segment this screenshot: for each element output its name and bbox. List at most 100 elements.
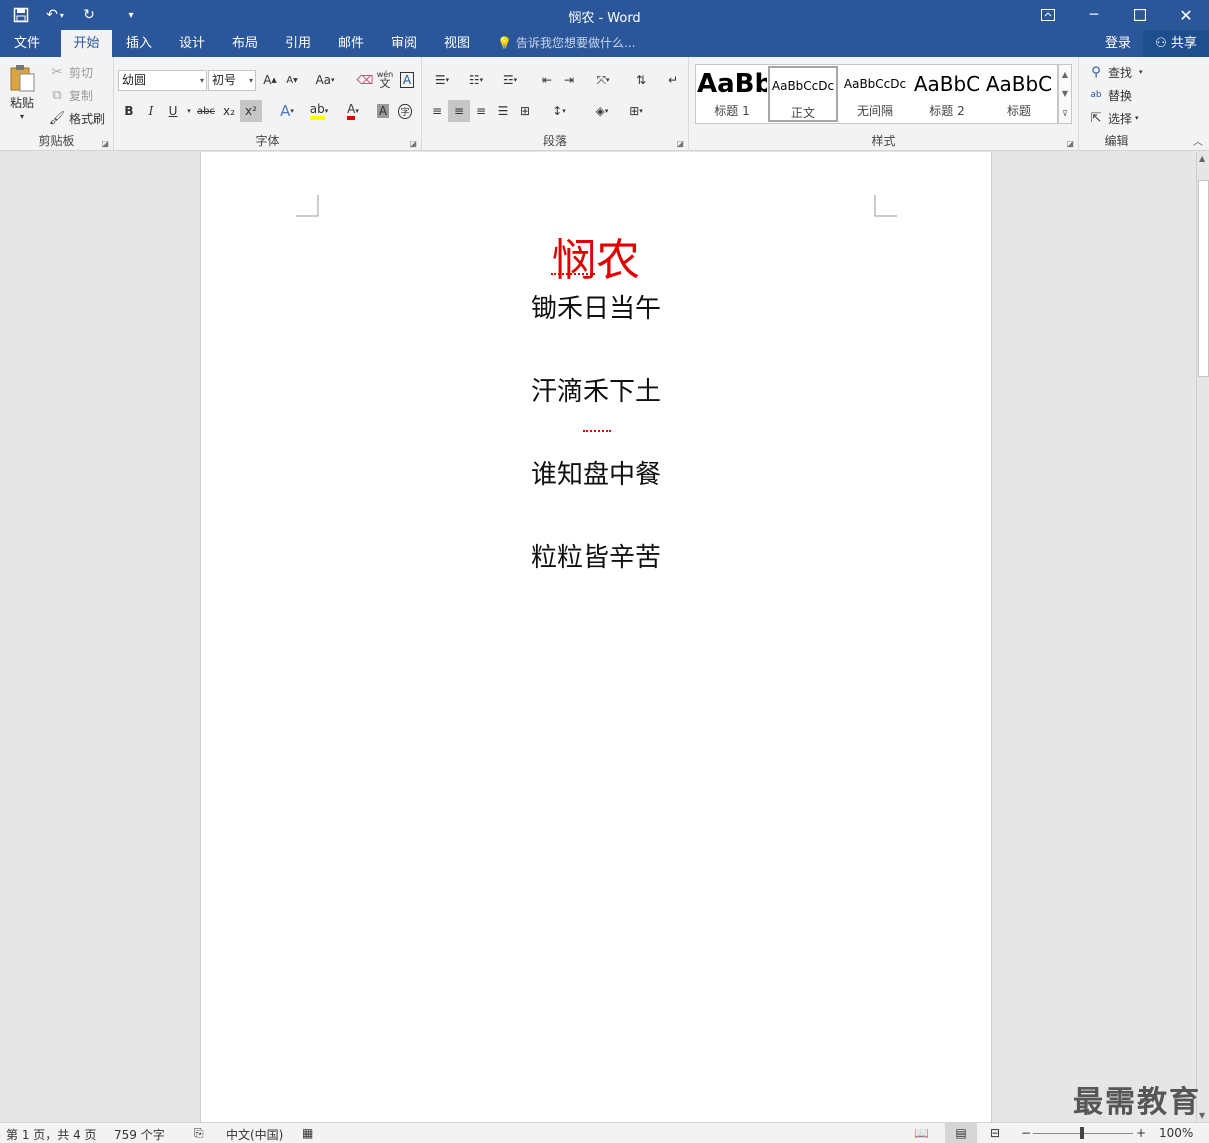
font-name-combo[interactable]: 幼圆 ▾ [118,70,207,91]
style-heading1[interactable]: AaBb 标题 1 [697,66,767,122]
line-spacing-button[interactable]: ↕ ▾ [544,100,574,122]
clear-formatting-icon[interactable]: ⌫ [354,69,376,91]
close-icon[interactable]: ✕ [1163,0,1209,30]
underline-button[interactable]: U [162,100,184,122]
paint-bucket-icon: ◈ [595,104,605,118]
phonetic-guide-button[interactable]: wén 文 [374,68,396,90]
align-right-icon[interactable]: ≡ [470,100,492,122]
ribbon-display-options-icon[interactable] [1025,0,1071,30]
share-button[interactable]: ⚇ 共享 [1143,30,1209,57]
scroll-thumb[interactable] [1198,180,1209,377]
zoom-out-icon[interactable]: − [1021,1126,1031,1140]
proofing-icon[interactable]: ⎘ [194,1126,204,1141]
change-case-button[interactable]: Aa ▾ [310,69,340,91]
font-size-combo[interactable]: 初号 ▾ [208,70,256,91]
print-layout-icon[interactable]: ▤ [945,1123,977,1143]
style-no-spacing[interactable]: AaBbCcDc 无间隔 [840,66,910,122]
document-page[interactable]: 悯农 锄禾日当午 汗滴禾下土 谁知盘中餐 粒粒皆辛苦 [200,152,992,1122]
align-center-icon[interactable]: ≡ [448,100,470,122]
phonetic-guide-char: 文 [379,77,391,90]
maximize-icon[interactable] [1117,0,1163,30]
strikethrough-button[interactable]: abc [195,100,217,122]
tab-references[interactable]: 引用 [273,30,323,57]
numbering-button[interactable]: ☷ ▾ [460,69,492,91]
select-button[interactable]: ⇱ 选择 ▾ [1087,109,1139,127]
poem-line: 粒粒皆辛苦 [530,543,661,573]
paste-button[interactable]: 粘贴 ▾ [7,63,37,121]
document-title: 悯农 [552,235,640,286]
word-count[interactable]: 759 个字 [114,1126,165,1143]
shrink-font-button[interactable]: A ▼ [281,69,303,91]
shading-button[interactable]: ◈ ▾ [586,100,618,122]
tab-review[interactable]: 审阅 [379,30,429,57]
style-heading2[interactable]: AaBbC 标题 2 [912,66,982,122]
tab-home[interactable]: 开始 [61,30,112,57]
more-styles-icon[interactable]: ⊽ [1062,109,1068,118]
underline-dropdown-icon[interactable]: ▾ [184,100,194,122]
font-launcher-icon[interactable]: ◪ [409,139,417,148]
font-color-button[interactable]: A ▾ [338,100,368,122]
macro-icon[interactable]: ▦ [302,1126,313,1140]
style-normal[interactable]: AaBbCcDc 正文 [768,66,838,122]
chevron-up-icon[interactable]: ▲ [1062,70,1068,79]
superscript-button[interactable]: x² [240,100,262,122]
text-effects-button[interactable]: A ▾ [272,100,302,122]
paste-dropdown-icon: ▾ [19,112,24,121]
scroll-up-icon[interactable]: ▲ [1199,154,1205,163]
decrease-indent-icon[interactable]: ⇤ [536,69,558,91]
language-indicator[interactable]: 中文(中国) [226,1126,283,1143]
format-painter-button[interactable]: 🖌 格式刷 [48,109,105,127]
cut-button[interactable]: ✂ 剪切 [48,63,93,81]
subscript-button[interactable]: x₂ [218,100,240,122]
character-shading-button[interactable]: A [372,100,394,122]
show-formatting-marks-icon[interactable]: ↵ [662,69,684,91]
borders-button[interactable]: ⊞ ▾ [620,100,652,122]
read-mode-icon[interactable]: 📖 [914,1126,929,1140]
enclose-characters-button[interactable]: 字 [394,100,416,122]
copy-button[interactable]: ⧉ 复制 [48,86,93,104]
justify-icon[interactable]: ☰ [492,100,514,122]
highlight-button[interactable]: ab ▾ [304,100,334,122]
zoom-in-icon[interactable]: + [1136,1126,1146,1140]
line-spacing-icon: ↕ [552,104,563,118]
character-border-button[interactable]: A [396,69,418,91]
styles-launcher-icon[interactable]: ◪ [1066,139,1074,148]
styles-group-label: 样式 [871,134,896,148]
style-name: 正文 [790,106,815,120]
grow-font-button[interactable]: A ▲ [259,69,281,91]
web-layout-icon[interactable]: ⊟ [990,1126,1000,1140]
tab-design[interactable]: 设计 [167,30,217,57]
tab-file[interactable]: 文件 [0,30,54,57]
minimize-icon[interactable]: ─ [1071,0,1117,30]
style-title[interactable]: AaBbC 标题 [984,66,1054,122]
multilevel-list-button[interactable]: ☲ ▾ [494,69,526,91]
clipboard-launcher-icon[interactable]: ◪ [101,139,109,148]
login-link[interactable]: 登录 [1105,30,1131,57]
tab-mailings[interactable]: 邮件 [326,30,376,57]
chevron-down-icon[interactable]: ▼ [1062,89,1068,98]
bold-button[interactable]: B [118,100,140,122]
paragraph-launcher-icon[interactable]: ◪ [676,139,684,148]
tab-layout[interactable]: 布局 [220,30,270,57]
sort-icon[interactable]: ⇅ [630,69,652,91]
zoom-slider-thumb[interactable] [1080,1127,1084,1139]
styles-scroll[interactable]: ▲ ▼ ⊽ [1058,64,1072,124]
tab-view[interactable]: 视图 [432,30,482,57]
watermark-logo: 最需教育 [1073,1085,1201,1120]
bullets-button[interactable]: ☰ ▾ [426,69,458,91]
find-button[interactable]: ⚲ 查找 ▾ [1087,63,1142,81]
tell-me-box[interactable]: 💡 告诉我您想要做什么... [497,30,635,57]
chinese-layout-button[interactable]: ⤧ ▾ [588,69,618,91]
tab-insert[interactable]: 插入 [114,30,164,57]
style-preview: AaBbC [913,72,981,96]
page-count[interactable]: 第 1 页，共 4 页 [6,1126,97,1143]
increase-indent-icon[interactable]: ⇥ [558,69,580,91]
collapse-ribbon-icon[interactable]: ︿ [1193,133,1203,148]
align-left-icon[interactable]: ≡ [426,100,448,122]
italic-button[interactable]: I [140,100,162,122]
style-preview: AaBb [697,69,767,99]
replace-button[interactable]: ab 替换 [1087,86,1132,104]
zoom-level[interactable]: 100% [1159,1126,1193,1140]
vertical-scrollbar[interactable]: ▲ ▼ [1196,152,1209,1122]
distributed-icon[interactable]: ⊞ [514,100,536,122]
